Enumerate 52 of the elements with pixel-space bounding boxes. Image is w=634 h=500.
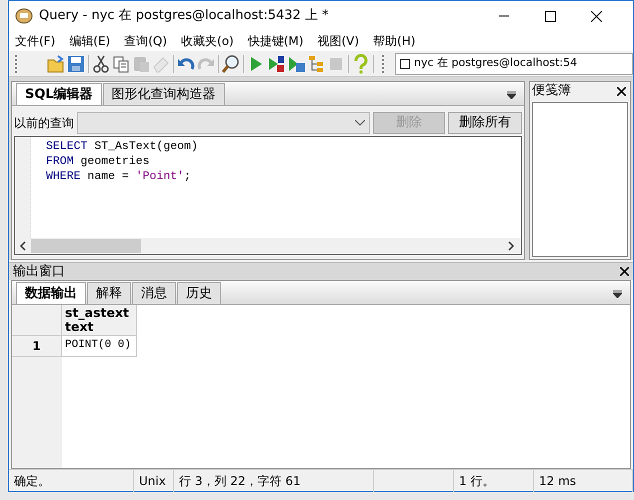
column-header[interactable]: st_astext text	[62, 305, 137, 336]
editor-tab[interactable]: SQL编辑器	[16, 82, 102, 105]
connection-label: nyc 在 postgres@localhost:54	[414, 55, 578, 72]
play-script-icon[interactable]	[266, 54, 286, 74]
magnifier-icon[interactable]	[221, 54, 241, 74]
status-text: 确定。	[14, 472, 50, 490]
app-icon	[15, 7, 33, 25]
menu-item[interactable]: 查询(Q)	[118, 32, 176, 50]
editor-tab[interactable]: 图形化查询构造器	[102, 82, 225, 105]
menu-item[interactable]: 编辑(E)	[63, 32, 118, 50]
tree-icon[interactable]	[306, 54, 326, 74]
checkbox[interactable]	[400, 58, 410, 68]
close-icon[interactable]	[620, 267, 629, 276]
dropdown-icon[interactable]	[507, 91, 516, 99]
scratch-pad-field[interactable]	[532, 102, 628, 257]
close-icon[interactable]	[590, 10, 602, 22]
menu-item[interactable]: 帮助(H)	[367, 32, 424, 50]
output-tab[interactable]: 历史	[177, 282, 221, 304]
menu-item[interactable]: 文件(F)	[9, 32, 64, 50]
history-button[interactable]: 删除所有	[448, 112, 522, 134]
code-line: WHERE name = 'Point';	[46, 169, 192, 184]
output-tab[interactable]: 数据输出	[16, 282, 86, 304]
history-label: 以前的查询	[14, 115, 74, 132]
dropdown-icon[interactable]	[613, 290, 622, 298]
status-text: Unix	[139, 472, 166, 490]
status-text: 12 ms	[539, 472, 576, 490]
row-number: 1	[12, 336, 62, 357]
save-icon[interactable]	[66, 54, 86, 74]
scrollbar-thumb[interactable]	[31, 239, 141, 253]
status-text: 行 3，列 22，字符 61	[179, 472, 301, 490]
menu-item[interactable]: 快捷键(M)	[242, 32, 312, 50]
column-header-text: text	[65, 320, 94, 334]
scroll-right-icon[interactable]	[507, 241, 515, 251]
open-folder-icon[interactable]	[46, 54, 66, 74]
scroll-left-icon[interactable]	[19, 241, 27, 251]
output-tab[interactable]: 消息	[132, 282, 176, 304]
column-header-text: st_astext	[65, 306, 130, 320]
output-tab[interactable]: 解释	[87, 282, 131, 304]
chevron-down-icon	[355, 120, 365, 126]
close-icon[interactable]	[617, 86, 626, 96]
menu-item[interactable]: 视图(V)	[311, 32, 368, 50]
code-line: FROM geometries	[46, 154, 151, 169]
status-text: 1 行。	[459, 472, 494, 490]
menu-item[interactable]: 收藏夹(o)	[175, 32, 242, 50]
panel-title: 输出窗口	[13, 262, 65, 281]
maximize-icon[interactable]	[544, 10, 556, 22]
copy-icon[interactable]	[111, 54, 131, 74]
panel-title: 便笺簿	[532, 82, 571, 100]
code-line: SELECT ST_AsText(geom)	[46, 139, 198, 154]
scissors-icon[interactable]	[91, 54, 111, 74]
table-cell: POINT(0 0)	[62, 336, 137, 357]
window-title: Query - nyc 在 postgres@localhost:5432 上 *	[39, 7, 329, 26]
